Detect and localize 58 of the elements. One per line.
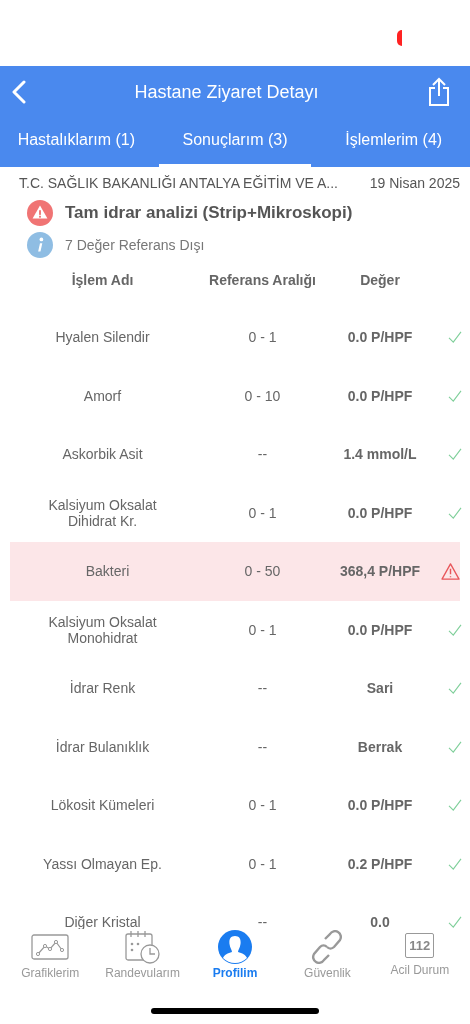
- reference-range: 0 - 50: [243, 563, 282, 580]
- test-name: Kalsiyum Oksalat Monohidrat: [47, 613, 158, 646]
- tab-bar-label[interactable]: Grafiklerim: [21, 966, 80, 980]
- result-value: Sari: [365, 680, 395, 697]
- test-name: Lökosit Kümeleri: [49, 797, 156, 814]
- column-header: İşlem Adı: [70, 272, 135, 288]
- result-value: 0.0 P/HPF: [346, 387, 414, 404]
- tab-bar-label[interactable]: Randevularım: [105, 966, 180, 980]
- test-name: Diğer Kristal: [63, 914, 142, 931]
- test-name: Askorbik Asit: [61, 446, 144, 463]
- test-name: Bakteri: [84, 563, 131, 580]
- test-name: İdrar Renk: [68, 680, 137, 697]
- tab-bar-label[interactable]: Profilim: [212, 966, 258, 980]
- tab[interactable]: Hastalıklarım (1): [0, 118, 153, 167]
- tab-bar-label[interactable]: Güvenlik: [304, 966, 351, 980]
- reference-range: --: [256, 446, 269, 463]
- test-name: Amorf: [82, 387, 123, 404]
- reference-range: 0 - 1: [247, 329, 278, 346]
- share-icon[interactable]: [427, 77, 451, 107]
- test-title: Tam idrar analizi (Strip+Mikroskopi): [65, 203, 353, 223]
- back-icon[interactable]: [12, 80, 26, 104]
- calendar-clock-icon[interactable]: [124, 930, 161, 964]
- tab[interactable]: Sonuçlarım (3): [158, 118, 312, 167]
- column-header: Referans Aralığı: [208, 272, 317, 288]
- reference-range: --: [256, 738, 269, 755]
- profile-icon[interactable]: [218, 930, 252, 964]
- reference-range: 0 - 1: [247, 797, 278, 814]
- tab[interactable]: İşlemlerim (4): [317, 118, 470, 167]
- reference-range: --: [256, 680, 269, 697]
- hospital-name: T.C. SAĞLIK BAKANLIĞI ANTALYA EĞİTİM VE A...: [19, 175, 338, 191]
- reference-range: 0 - 1: [247, 504, 278, 521]
- reference-range: 0 - 10: [243, 387, 282, 404]
- result-value: 0.0 P/HPF: [346, 797, 414, 814]
- result-value: 1.4 mmol/L: [342, 446, 418, 463]
- result-value: 0.2 P/HPF: [346, 855, 414, 872]
- screen-title: Hastane Ziyaret Detayı: [134, 81, 319, 103]
- test-name: Yassı Olmayan Ep.: [42, 855, 163, 872]
- column-header: Değer: [359, 272, 401, 288]
- result-value: 0.0 P/HPF: [346, 329, 414, 346]
- result-value: 368,4 P/HPF: [338, 563, 422, 580]
- result-value: Berrak: [356, 738, 404, 755]
- info-icon: [27, 232, 53, 258]
- test-name: Kalsiyum Oksalat Dihidrat Kr.: [47, 496, 158, 529]
- emergency-number-icon[interactable]: 112: [405, 933, 435, 958]
- reference-range: --: [256, 914, 269, 931]
- warning-icon: [27, 200, 53, 226]
- result-value: 0.0: [369, 914, 391, 931]
- result-value: 0.0 P/HPF: [346, 621, 414, 638]
- reference-range: 0 - 1: [247, 855, 278, 872]
- result-value: 0.0 P/HPF: [346, 504, 414, 521]
- visit-date: 19 Nisan 2025: [369, 175, 460, 191]
- tab-bar-label[interactable]: Acil Durum: [390, 963, 450, 977]
- reference-range: 0 - 1: [247, 621, 278, 638]
- link-icon[interactable]: [310, 930, 345, 964]
- test-name: İdrar Bulanıklık: [54, 738, 151, 755]
- out-of-range-note: 7 Değer Referans Dışı: [65, 237, 205, 253]
- test-name: Hyalen Silendir: [54, 329, 151, 346]
- recording-indicator: [397, 30, 402, 46]
